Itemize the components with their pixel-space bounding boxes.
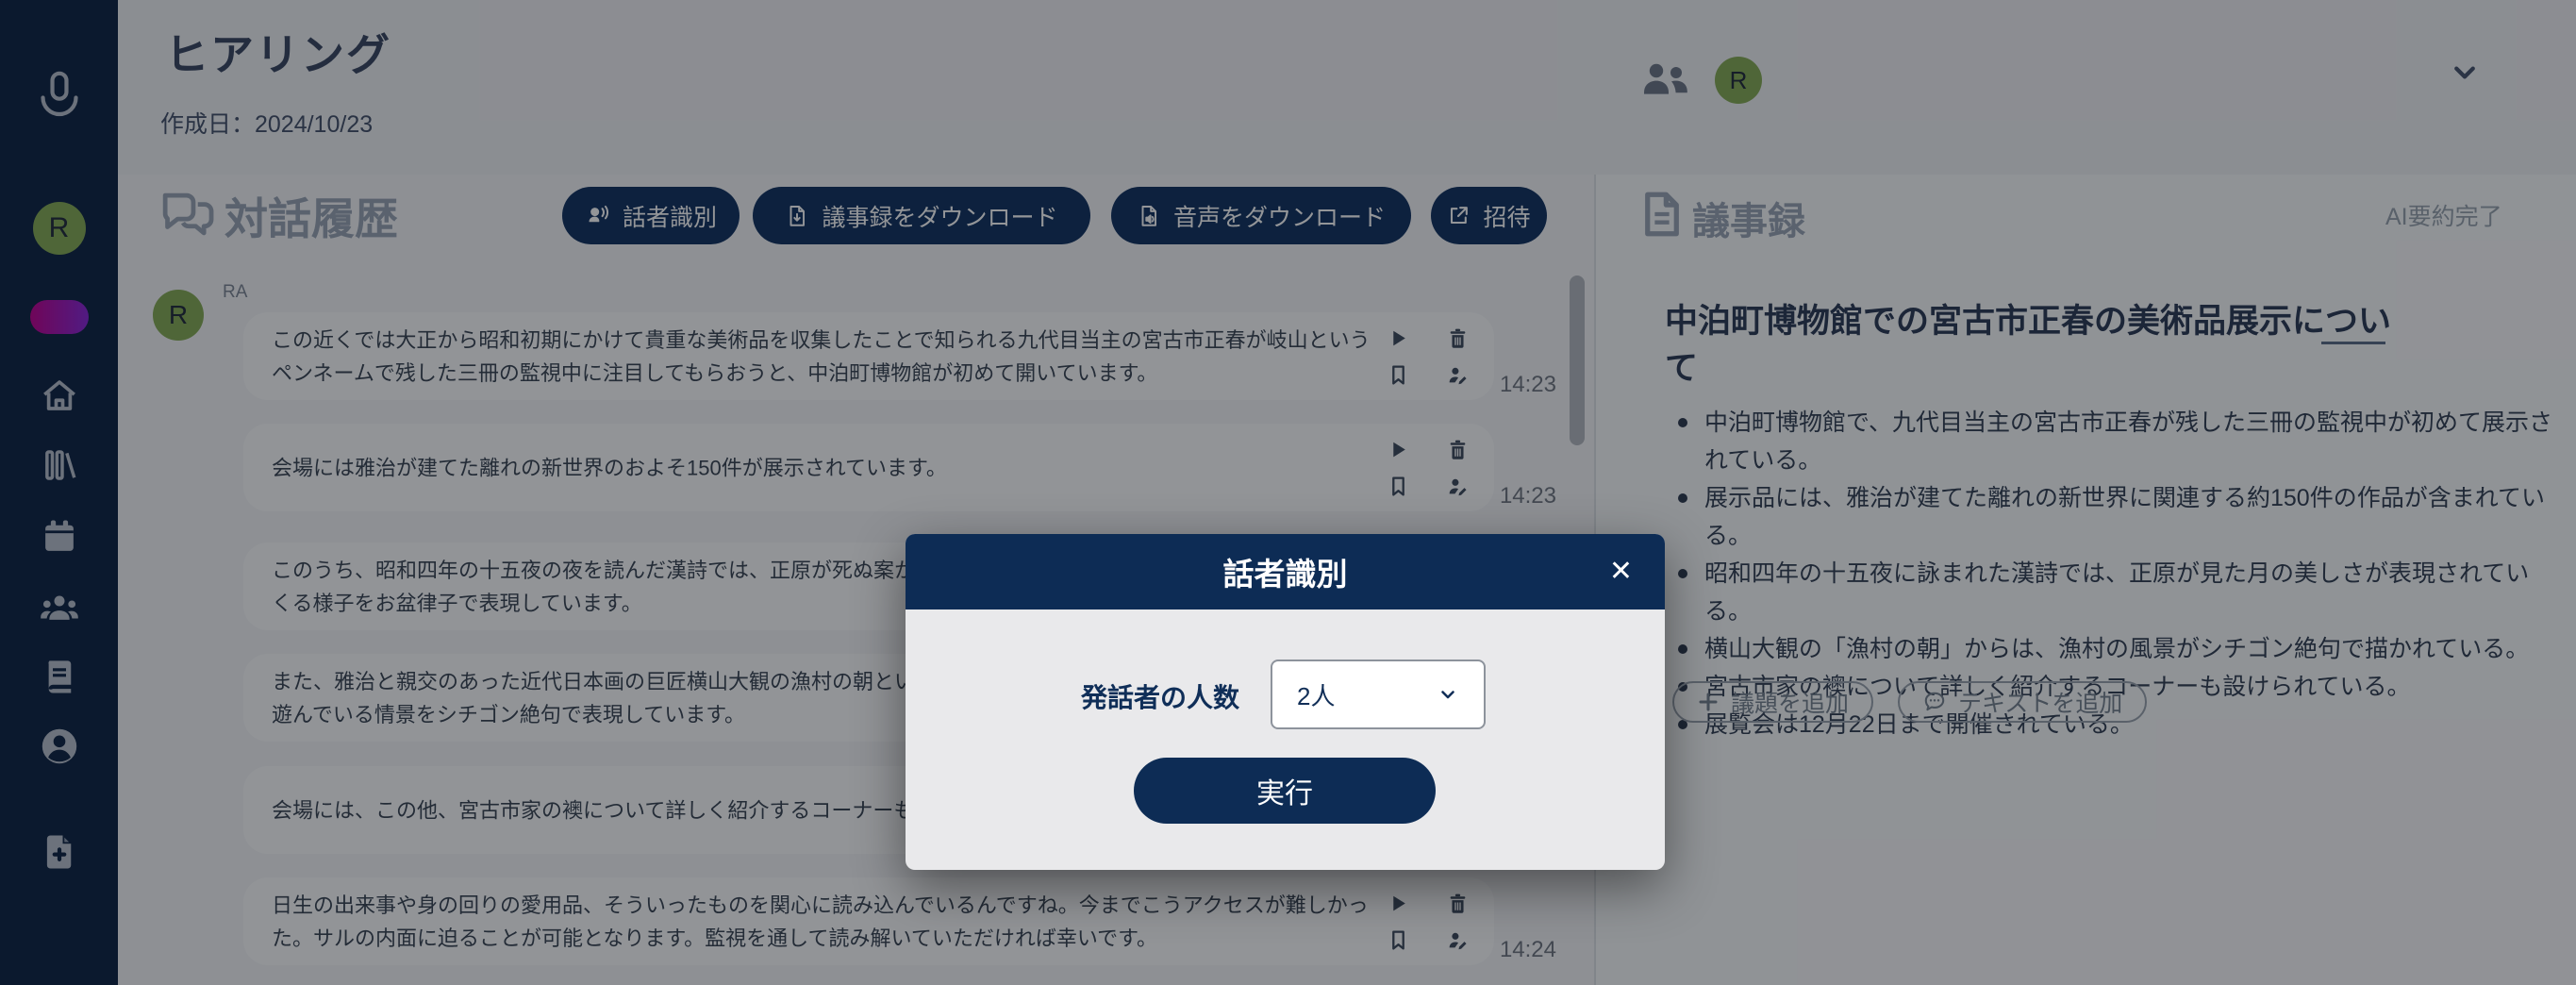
selected-option: 2人	[1297, 677, 1335, 712]
select-chevron-icon	[1437, 683, 1459, 706]
app-window: R	[0, 0, 2576, 985]
speaker-count-select[interactable]: 2人	[1271, 659, 1486, 729]
execute-button[interactable]: 実行	[1134, 758, 1436, 824]
modal-title: 話者識別	[1223, 549, 1348, 594]
speaker-identification-modal: 話者識別 ✕ 発話者の人数 2人 実行	[906, 534, 1665, 870]
modal-header: 話者識別 ✕	[906, 534, 1665, 609]
speaker-count-label: 発話者の人数	[1081, 677, 1239, 715]
close-icon[interactable]: ✕	[1609, 558, 1633, 586]
